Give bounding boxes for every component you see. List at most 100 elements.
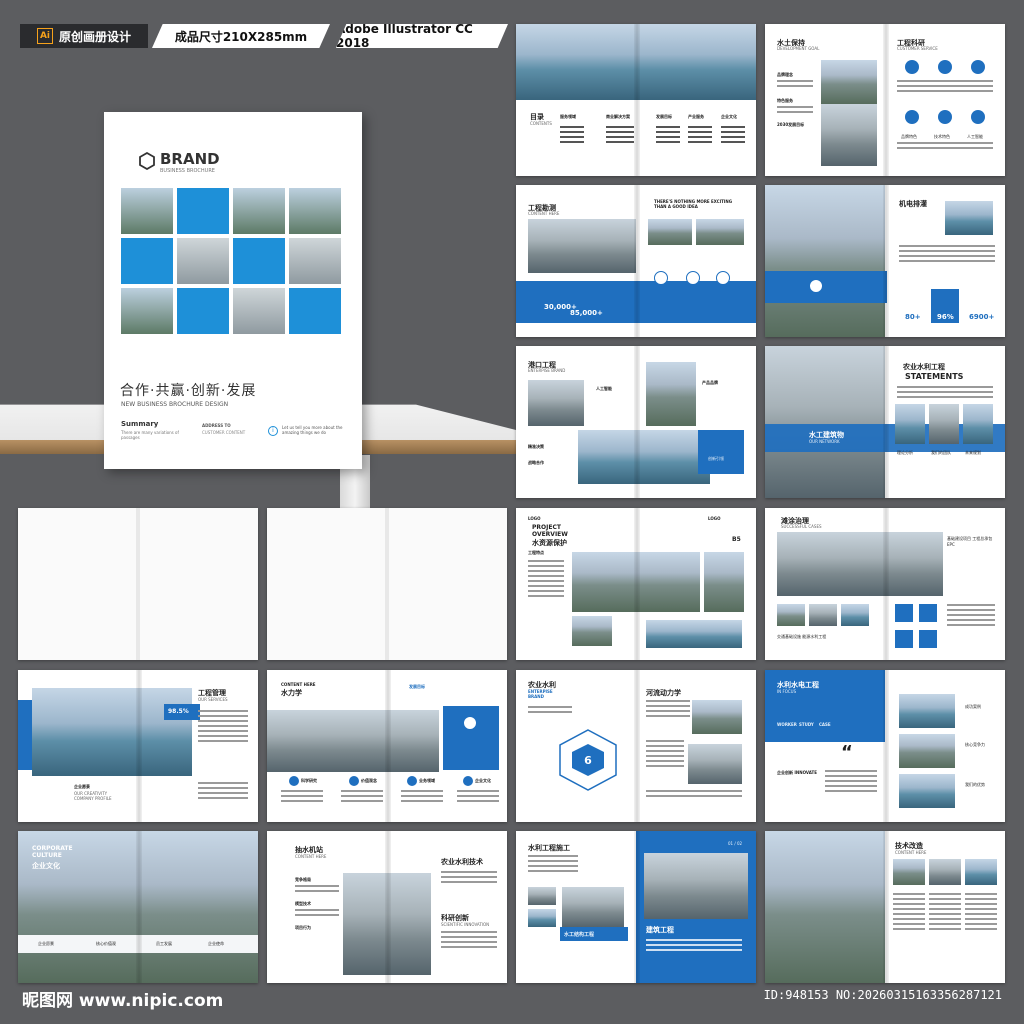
spread-subtitle: STATEMENTS — [905, 372, 964, 381]
cover-tile — [177, 238, 229, 284]
stat-value: 96% — [937, 313, 954, 321]
right-title: 农业水利技术 — [441, 858, 483, 866]
lock-photo — [528, 219, 636, 273]
side-label: 工程特点 — [528, 550, 544, 555]
item-label: 精准决策 — [528, 444, 544, 449]
cover-tile — [233, 288, 285, 334]
tag-label: 发展目标 — [409, 684, 425, 689]
photo-thumb — [777, 604, 805, 626]
text-lines — [528, 560, 564, 600]
spread-title: PROJECT OVERVIEW — [532, 524, 568, 538]
spread-port: 港口工程 ENTERPISE BRAND 人工智能 产品品牌 精准决策 战略合作… — [516, 346, 756, 498]
canyon-photo — [646, 362, 696, 426]
text-lines — [341, 790, 383, 805]
dam-photo — [765, 346, 885, 498]
text-lines — [947, 604, 995, 629]
blue-box — [698, 430, 744, 474]
logo-text: LOGO — [528, 516, 541, 521]
network-icon — [809, 279, 823, 293]
item-label: 竞争格局 — [295, 877, 311, 882]
text-lines — [721, 126, 745, 146]
item-label: 2030发展目标 — [777, 122, 805, 127]
icon-box — [919, 604, 937, 622]
cover-tile — [177, 188, 229, 234]
text-lines — [528, 706, 572, 716]
photo-thumb — [809, 604, 837, 626]
side-label: 基础建设项目 工程总承包EPC — [947, 536, 993, 547]
photo-thumb — [692, 700, 742, 734]
feature-label: 价值观念 — [361, 778, 377, 783]
banner-tag-design-label: 原创画册设计 — [58, 29, 131, 44]
banner-tag-software-label: Adobe Illustrator CC 2018 — [336, 22, 473, 50]
spread-project-overview: LOGO PROJECT OVERVIEW 水资源保护 工程特点 B5 LOGO — [516, 508, 756, 660]
text-lines — [893, 893, 925, 933]
feature-label: 企业文化 — [475, 778, 491, 783]
text-lines — [646, 700, 690, 720]
page-label: B5 — [732, 536, 741, 543]
tab-label: CASE — [819, 722, 831, 727]
spread-contents: 目录 CONTENTS 服务领域 商业解决方案 发展目标 产业服务 企业文化 — [516, 24, 756, 176]
cover-slogan: 合作·共赢·创新·发展 — [120, 383, 257, 399]
watermark-id: ID:948153 NO:20260315163356287121 — [763, 988, 1002, 1002]
spread-subtitle: CONTENTS — [530, 121, 552, 126]
contents-col: 服务领域 — [560, 114, 576, 119]
text-lines — [441, 871, 497, 886]
center-number: 6 — [584, 753, 592, 767]
cover-brand: BRAND — [160, 150, 220, 168]
dam-photo — [821, 104, 877, 166]
aerial-photo — [572, 552, 700, 612]
text-lines — [929, 893, 961, 933]
band-label: 员工发展 — [156, 941, 172, 946]
photo-thumb — [895, 404, 925, 444]
text-lines — [441, 931, 497, 951]
cover-tile — [289, 188, 341, 234]
dam-photo — [644, 853, 748, 919]
cover-summary-title: Summary — [121, 420, 159, 428]
cover-tile — [289, 238, 341, 284]
page-label: 01 / 02 — [728, 841, 743, 846]
search-icon — [716, 271, 730, 285]
feature-icon — [349, 776, 359, 786]
stat-value: 80+ — [905, 313, 921, 321]
item-label: 人工智能 — [596, 386, 612, 391]
spread-subtitle: CONTENT HERE — [295, 854, 327, 859]
spread-tech-upgrade: 技术改造 CONTENT HERE — [765, 831, 1005, 983]
service-icon — [938, 60, 952, 74]
spread-cn-title: 企业文化 — [32, 862, 60, 870]
right-title: 建筑工程 — [646, 926, 674, 934]
text-lines — [646, 790, 742, 800]
contents-col: 产业服务 — [688, 114, 704, 119]
service-icon — [971, 60, 985, 74]
item-label: 成功案例 — [965, 704, 981, 709]
illustrator-icon: Ai — [36, 28, 53, 44]
blank-spread — [18, 508, 258, 660]
river-photo — [516, 24, 756, 100]
text-lines — [777, 80, 813, 90]
photo-thumb — [929, 859, 961, 885]
text-lines — [897, 142, 993, 152]
valley-photo — [765, 831, 885, 983]
stat-value: 98.5% — [168, 708, 189, 715]
item-label: 产品品牌 — [702, 380, 718, 385]
landscape-photo — [821, 60, 877, 104]
feature-label: 科学研究 — [301, 778, 317, 783]
footer-title: 企业创新 INNOVATE — [777, 770, 817, 775]
photo-thumb — [965, 859, 997, 885]
text-lines — [897, 386, 993, 401]
cover-tile — [289, 288, 341, 334]
target-icon — [654, 271, 668, 285]
photo-thumb — [704, 552, 744, 612]
band-label: 企业使命 — [208, 941, 224, 946]
spread-subtitle: OUR SERVICES — [198, 697, 228, 702]
contents-col: 企业文化 — [721, 114, 737, 119]
text-lines — [560, 126, 584, 146]
text-lines — [295, 885, 339, 895]
spread-hydraulics: CONTENT HERE 水力学 发展目标 科学研究 价值观念 业务领域 企业文… — [267, 670, 507, 822]
banner-tag-software: Adobe Illustrator CC 2018 — [336, 24, 508, 48]
text-lines — [646, 740, 684, 770]
caption: 交通基础设施 能源水利工程 — [777, 634, 827, 639]
text-lines — [825, 770, 877, 795]
spread-agri-statements: 水工建筑物 OUR NETWORK 农业水利工程 STATEMENTS 理论分析… — [765, 346, 1005, 498]
footer-subtitle: OUR CREATIVITY COMPANY PROFILE — [74, 791, 112, 801]
photo-thumb — [899, 694, 955, 728]
